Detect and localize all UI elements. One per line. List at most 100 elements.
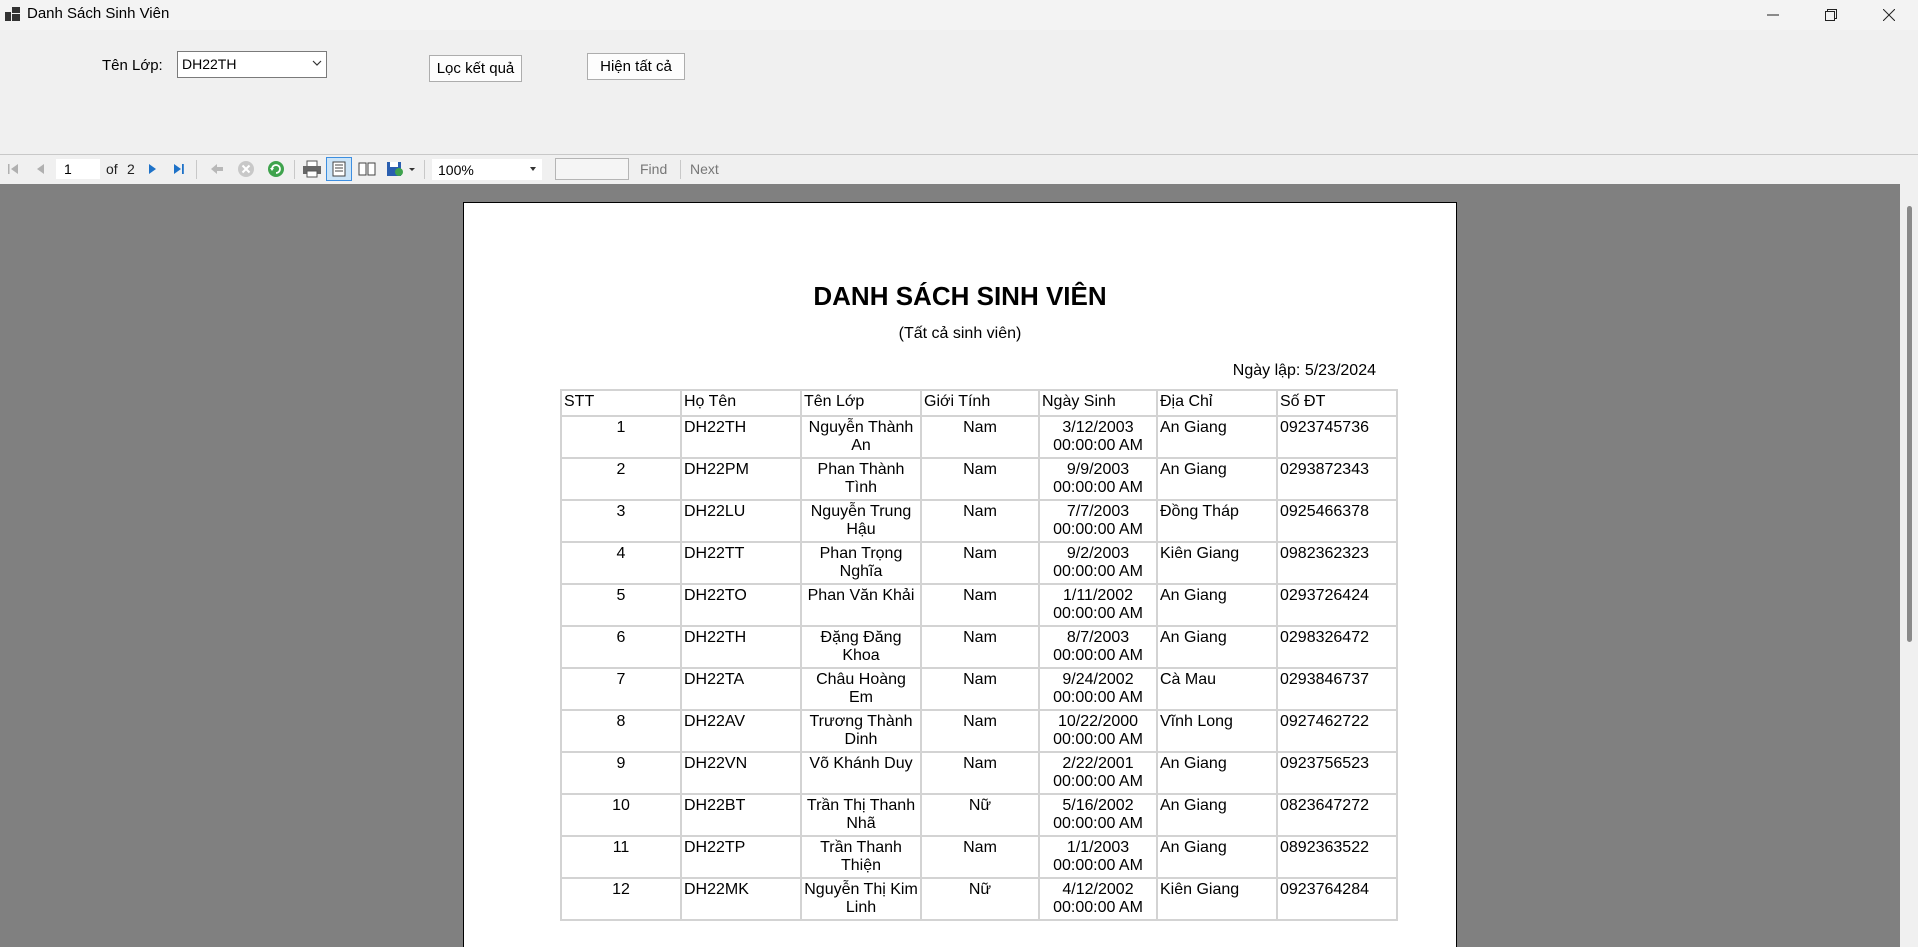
table-cell-gt: Nam <box>920 541 1040 585</box>
table-cell-ns: 7/7/2003 00:00:00 AM <box>1038 499 1158 543</box>
show-all-button[interactable]: Hiện tất cả <box>587 53 685 80</box>
refresh-icon[interactable] <box>267 160 285 178</box>
table-row: 3 DH22LU Nguyễn Trung Hậu Nam 7/7/2003 00:00… <box>560 499 1398 543</box>
table-cell-dc: Kiên Giang <box>1156 541 1278 585</box>
table-cell-col3: Phan Trọng Nghĩa <box>800 541 922 585</box>
table-cell-gt: Nam <box>920 415 1040 459</box>
chevron-down-icon <box>312 60 322 66</box>
table-cell-stt: 1 <box>560 415 682 459</box>
table-cell-sdt: 0298326472 <box>1276 625 1398 669</box>
current-page-input[interactable]: 1 <box>56 159 100 179</box>
report-title: DANH SÁCH SINH VIÊN <box>813 281 1107 311</box>
print-icon[interactable] <box>302 160 322 178</box>
column-header: STT <box>560 389 682 417</box>
table-cell-dc: An Giang <box>1156 415 1278 459</box>
table-row: 10 DH22BT Trần Thị Thanh Nhã Nữ 5/16/2002 00… <box>560 793 1398 837</box>
table-cell-dc: An Giang <box>1156 835 1278 879</box>
export-icon[interactable] <box>386 160 406 178</box>
page-of-label: of <box>106 161 118 177</box>
table-row: 1 DH22TH Nguyễn Thành An Nam 3/12/2003 00:00… <box>560 415 1398 459</box>
table-cell-stt: 10 <box>560 793 682 837</box>
zoom-select[interactable]: 100% <box>432 159 542 180</box>
class-combobox[interactable]: DH22TH <box>177 51 327 78</box>
zoom-value: 100% <box>438 162 474 178</box>
table-cell-col2: DH22TH <box>680 625 802 669</box>
table-cell-col3: Phan Văn Khải <box>800 583 922 627</box>
close-button[interactable] <box>1860 0 1918 30</box>
restore-button[interactable] <box>1802 0 1860 30</box>
column-header: Giới Tính <box>920 389 1040 417</box>
stop-icon[interactable] <box>237 160 255 178</box>
minimize-button[interactable] <box>1744 0 1802 30</box>
table-cell-ns: 1/11/2002 00:00:00 AM <box>1038 583 1158 627</box>
find-input[interactable] <box>555 158 629 180</box>
report-date: Ngày lập: 5/23/2024 <box>1232 362 1376 379</box>
minimize-icon <box>1767 14 1779 16</box>
print-layout-icon <box>332 161 346 177</box>
table-cell-gt: Nam <box>920 667 1040 711</box>
table-cell-dc: Vĩnh Long <box>1156 709 1278 753</box>
table-cell-sdt: 0892363522 <box>1276 835 1398 879</box>
column-header: Họ Tên <box>680 389 802 417</box>
table-cell-col3: Đặng Đăng Khoa <box>800 625 922 669</box>
student-table: STT Họ Tên Tên Lớp Giới Tính Ngày Sinh Đ… <box>560 389 1398 921</box>
table-cell-stt: 6 <box>560 625 682 669</box>
print-layout-button[interactable] <box>326 157 352 181</box>
column-header: Ngày Sinh <box>1038 389 1158 417</box>
first-page-icon[interactable] <box>6 160 20 178</box>
table-cell-col2: DH22PM <box>680 457 802 501</box>
app-icon <box>5 7 20 21</box>
table-cell-sdt: 0925466378 <box>1276 499 1398 543</box>
table-cell-col2: DH22VN <box>680 751 802 795</box>
table-cell-sdt: 0923756523 <box>1276 751 1398 795</box>
table-row: 11 DH22TP Trần Thanh Thiện Nam 1/1/2003 00:0… <box>560 835 1398 879</box>
table-row: 9 DH22VN Võ Khánh Duy Nam 2/22/2001 00:00:00… <box>560 751 1398 795</box>
filter-button[interactable]: Lọc kết quả <box>429 55 522 82</box>
table-cell-col3: Trần Thanh Thiện <box>800 835 922 879</box>
restore-icon <box>1825 9 1837 21</box>
table-cell-gt: Nữ <box>920 877 1040 921</box>
table-row: 8 DH22AV Trương Thành Dinh Nam 10/22/2000 00… <box>560 709 1398 753</box>
vertical-scrollbar[interactable] <box>1900 184 1918 947</box>
report-viewer[interactable]: DANH SÁCH SINH VIÊN (Tất cả sinh viên) N… <box>0 184 1900 947</box>
scrollbar-thumb[interactable] <box>1907 206 1912 642</box>
table-cell-sdt: 0823647272 <box>1276 793 1398 837</box>
table-row: 7 DH22TA Châu Hoàng Em Nam 9/24/2002 00:00:0… <box>560 667 1398 711</box>
table-cell-ns: 9/24/2002 00:00:00 AM <box>1038 667 1158 711</box>
table-row: 5 DH22TO Phan Văn Khải Nam 1/11/2002 00:00:0… <box>560 583 1398 627</box>
table-cell-col3: Nguyễn Thành An <box>800 415 922 459</box>
table-cell-dc: An Giang <box>1156 625 1278 669</box>
table-cell-dc: An Giang <box>1156 793 1278 837</box>
chevron-down-icon <box>530 167 536 171</box>
last-page-icon[interactable] <box>172 160 186 178</box>
next-page-icon[interactable] <box>146 160 158 178</box>
table-cell-col2: DH22TH <box>680 415 802 459</box>
table-cell-gt: Nam <box>920 625 1040 669</box>
table-cell-ns: 5/16/2002 00:00:00 AM <box>1038 793 1158 837</box>
export-dropdown-icon[interactable] <box>408 160 416 178</box>
table-cell-ns: 1/1/2003 00:00:00 AM <box>1038 835 1158 879</box>
table-cell-gt: Nữ <box>920 793 1040 837</box>
table-cell-gt: Nam <box>920 709 1040 753</box>
find-button[interactable]: Find <box>640 161 667 177</box>
table-cell-col2: DH22BT <box>680 793 802 837</box>
total-pages: 2 <box>127 161 135 177</box>
table-cell-col3: Trần Thị Thanh Nhã <box>800 793 922 837</box>
toolbar-separator <box>680 160 681 179</box>
table-cell-sdt: 0293872343 <box>1276 457 1398 501</box>
table-cell-col2: DH22TP <box>680 835 802 879</box>
class-combobox-value: DH22TH <box>182 56 237 72</box>
table-cell-col2: DH22MK <box>680 877 802 921</box>
table-cell-col3: Châu Hoàng Em <box>800 667 922 711</box>
column-header: Tên Lớp <box>800 389 922 417</box>
table-cell-gt: Nam <box>920 583 1040 627</box>
page-setup-icon[interactable] <box>357 160 377 178</box>
find-next-button[interactable]: Next <box>690 161 719 177</box>
back-icon[interactable] <box>209 160 225 178</box>
toolbar-separator <box>424 160 425 179</box>
table-row: 6 DH22TH Đặng Đăng Khoa Nam 8/7/2003 00:00:0… <box>560 625 1398 669</box>
previous-page-icon[interactable] <box>34 160 46 178</box>
close-icon <box>1883 9 1895 21</box>
table-cell-ns: 4/12/2002 00:00:00 AM <box>1038 877 1158 921</box>
report-subtitle: (Tất cả sinh viên) <box>898 325 1022 342</box>
